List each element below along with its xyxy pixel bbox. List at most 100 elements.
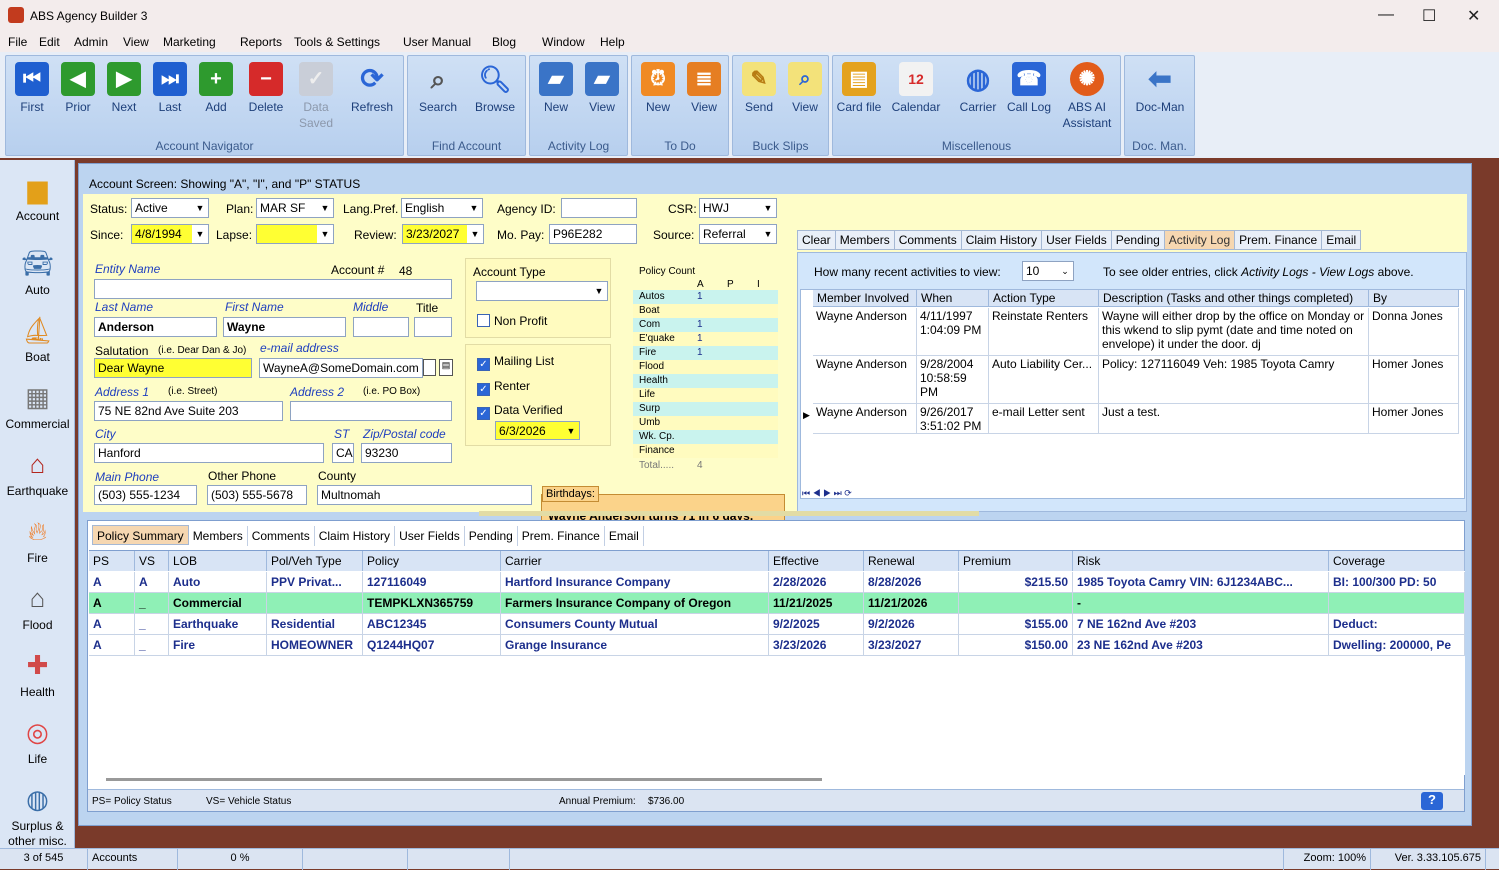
tab-prem-finance[interactable]: Prem. Finance xyxy=(518,526,605,546)
menu-file[interactable]: File xyxy=(8,35,27,49)
email-field[interactable]: WayneA@SomeDomain.com xyxy=(259,358,423,378)
call-log-button[interactable]: ☎ Call Log xyxy=(1006,60,1052,115)
tab-members[interactable]: Members xyxy=(834,230,895,250)
activity-cell[interactable]: e-mail Letter sent xyxy=(989,404,1099,434)
address2-field[interactable] xyxy=(290,401,452,421)
policy-cell[interactable]: BI: 100/300 PD: 50 xyxy=(1329,572,1465,593)
tab-claim-history[interactable]: Claim History xyxy=(315,526,396,546)
maximize-icon[interactable]: ☐ xyxy=(1422,6,1436,26)
menu-window[interactable]: Window xyxy=(542,35,585,49)
recent-count-select[interactable]: 10 ⌄ xyxy=(1022,261,1074,281)
main-phone-field[interactable]: (503) 555-1234 xyxy=(94,485,197,505)
tab-email[interactable]: Email xyxy=(605,526,644,546)
tab-comments[interactable]: Comments xyxy=(248,526,315,546)
sidebar-item-boat[interactable]: ⛵︎ Boat xyxy=(0,313,75,364)
policy-cell[interactable]: TEMPKLXN365759 xyxy=(363,593,501,614)
tab-email[interactable]: Email xyxy=(1321,230,1362,250)
menu-blog[interactable]: Blog xyxy=(492,35,516,49)
policy-cell[interactable]: 127116049 xyxy=(363,572,501,593)
next-button[interactable]: ▶ Next xyxy=(101,60,147,115)
policy-col-header[interactable]: Renewal xyxy=(864,551,959,571)
plan-select[interactable]: MAR SF ▼ xyxy=(256,198,334,218)
state-field[interactable]: CA xyxy=(332,443,354,463)
tab-claim-history[interactable]: Claim History xyxy=(960,230,1043,250)
tab-pending[interactable]: Pending xyxy=(465,526,518,546)
buck-send-button[interactable]: ✎ Send xyxy=(736,60,782,115)
policy-cell[interactable]: Consumers County Mutual xyxy=(501,614,769,635)
activity-cell[interactable]: Wayne will either drop by the office on … xyxy=(1099,308,1369,356)
policy-cell[interactable]: 3/23/2026 xyxy=(769,635,864,656)
activity-cell[interactable]: 9/28/2004 10:58:59 PM xyxy=(917,356,989,404)
activity-cell[interactable]: Policy: 127116049 Veh: 1985 Toyota Camry xyxy=(1099,356,1369,404)
sidebar-item-auto[interactable]: 🚘︎ Auto xyxy=(0,246,75,297)
menu-admin[interactable]: Admin xyxy=(74,35,108,49)
activity-cell[interactable]: Auto Liability Cer... xyxy=(989,356,1099,404)
status-select[interactable]: Active ▼ xyxy=(131,198,209,218)
policy-cell[interactable]: Hartford Insurance Company xyxy=(501,572,769,593)
policy-col-header[interactable]: Effective xyxy=(769,551,864,571)
menu-edit[interactable]: Edit xyxy=(39,35,60,49)
policy-cell[interactable]: 9/2/2026 xyxy=(864,614,959,635)
policy-cell[interactable]: Residential xyxy=(267,614,363,635)
policy-cell[interactable]: 11/21/2025 xyxy=(769,593,864,614)
policy-cell[interactable] xyxy=(1329,593,1465,614)
sidebar-item-fire[interactable]: 🔥︎ Fire xyxy=(0,514,75,565)
activity-cell[interactable]: Just a test. xyxy=(1099,404,1369,434)
tab-user-fields[interactable]: User Fields xyxy=(1041,230,1112,250)
tab-pending[interactable]: Pending xyxy=(1110,230,1165,250)
menu-marketing[interactable]: Marketing xyxy=(163,35,216,49)
sidebar-item-account[interactable]: ▆ Account xyxy=(0,172,75,223)
browse-button[interactable]: 🔍︎ Browse xyxy=(470,60,520,115)
tab-activity-log[interactable]: Activity Log xyxy=(1163,230,1236,250)
activity-col-header[interactable]: Member Involved xyxy=(813,290,917,307)
activity-col-header[interactable]: When xyxy=(917,290,989,307)
close-icon[interactable]: ✕ xyxy=(1467,6,1480,26)
help-icon[interactable]: ? xyxy=(1421,792,1443,810)
policy-col-header[interactable]: LOB xyxy=(169,551,267,571)
policy-cell[interactable]: 8/28/2026 xyxy=(864,572,959,593)
menu-user-manual[interactable]: User Manual xyxy=(403,35,471,49)
zip-field[interactable]: 93230 xyxy=(361,443,452,463)
salutation-field[interactable]: Dear Wayne xyxy=(94,358,252,378)
buck-view-button[interactable]: ⌕ View xyxy=(782,60,828,115)
activity-cell[interactable]: Wayne Anderson xyxy=(813,308,917,356)
menu-tools[interactable]: Tools & Settings xyxy=(294,35,380,49)
splitter-handle[interactable] xyxy=(479,511,979,516)
address1-field[interactable]: 75 NE 82nd Ave Suite 203 xyxy=(94,401,283,421)
policy-cell[interactable]: Farmers Insurance Company of Oregon xyxy=(501,593,769,614)
todo-view-button[interactable]: ≣ View xyxy=(681,60,727,115)
mailing-list-checkbox[interactable]: ✓ Mailing List xyxy=(477,354,554,371)
data-verified-checkbox[interactable]: ✓ Data Verified xyxy=(477,403,563,420)
activity-cell[interactable]: Homer Jones xyxy=(1369,404,1459,434)
policy-col-header[interactable]: Risk xyxy=(1073,551,1329,571)
ai-assistant-button[interactable]: ✺ ABS AI Assistant xyxy=(1059,60,1115,131)
county-field[interactable]: Multnomah xyxy=(317,485,532,505)
policy-cell[interactable]: Commercial xyxy=(169,593,267,614)
doc-man-button[interactable]: ⬅ Doc-Man xyxy=(1131,60,1189,115)
activity-cell[interactable]: Donna Jones xyxy=(1369,308,1459,356)
activity-col-header[interactable]: Action Type xyxy=(989,290,1099,307)
non-profit-checkbox[interactable]: Non Profit xyxy=(477,314,547,328)
policy-col-header[interactable]: Policy xyxy=(363,551,501,571)
activity-cell[interactable]: Wayne Anderson xyxy=(813,356,917,404)
policy-cell[interactable]: 1985 Toyota Camry VIN: 6J1234ABC... xyxy=(1073,572,1329,593)
sidebar-item-commercial[interactable]: ▦ Commercial xyxy=(0,380,75,431)
lapse-date-field[interactable]: ▼ xyxy=(256,224,334,244)
csr-select[interactable]: HWJ ▼ xyxy=(699,198,777,218)
first-button[interactable]: ⏮ First xyxy=(9,60,55,115)
lang-pref-select[interactable]: English ▼ xyxy=(401,198,483,218)
title-field[interactable] xyxy=(414,317,452,337)
policy-col-header[interactable]: VS xyxy=(135,551,169,571)
policy-col-header[interactable]: Premium xyxy=(959,551,1073,571)
copy-icon[interactable] xyxy=(423,359,436,376)
policy-cell[interactable]: A xyxy=(89,572,135,593)
activity-cell[interactable]: Homer Jones xyxy=(1369,356,1459,404)
grid-nav-buttons[interactable]: ⏮ ◀ ▶ ⏭ ⟳ xyxy=(802,488,874,500)
agency-id-field[interactable] xyxy=(561,198,637,218)
policy-col-header[interactable]: Pol/Veh Type xyxy=(267,551,363,571)
policy-cell[interactable]: Earthquake xyxy=(169,614,267,635)
city-field[interactable]: Hanford xyxy=(94,443,324,463)
add-button[interactable]: + Add xyxy=(193,60,239,115)
menu-help[interactable]: Help xyxy=(600,35,625,49)
first-name-field[interactable]: Wayne xyxy=(223,317,346,337)
